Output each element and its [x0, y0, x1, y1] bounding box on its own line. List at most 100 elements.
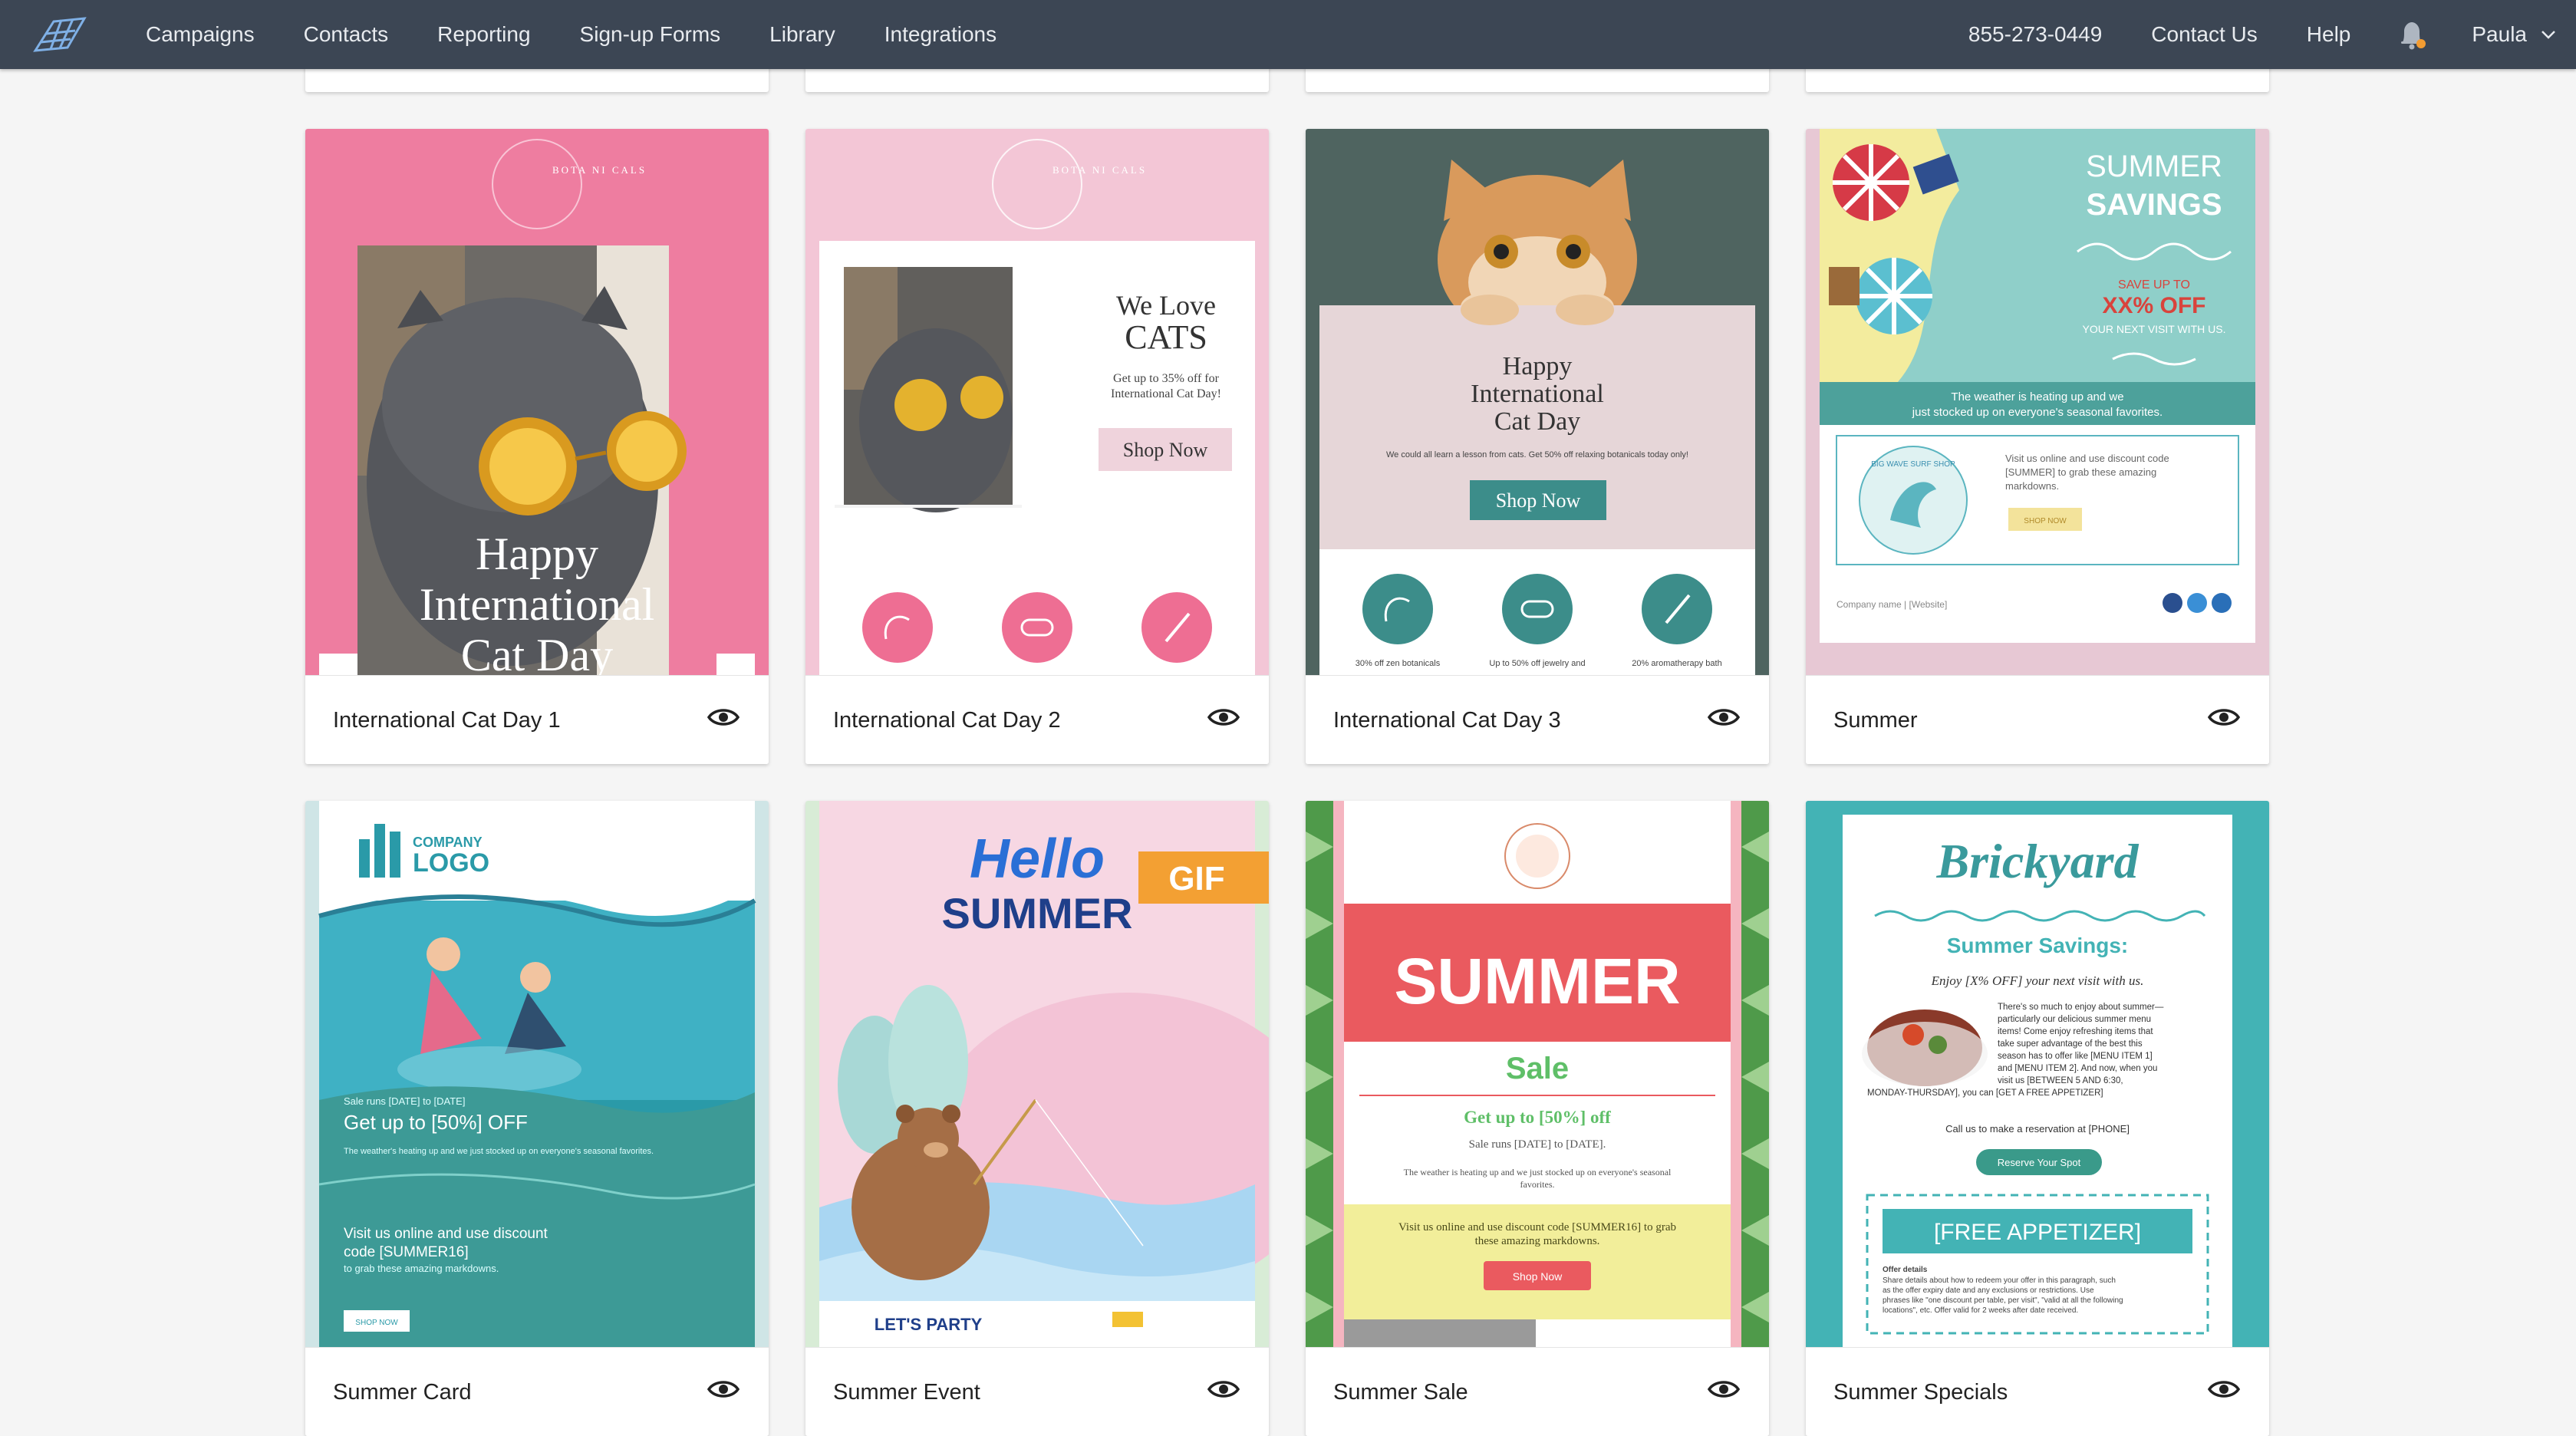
nav-integrations[interactable]: Integrations: [884, 22, 996, 47]
template-thumbnail[interactable]: BOTA NI CALS Happy International Cat Day: [305, 129, 769, 675]
thumbnail-text: International: [1471, 380, 1604, 408]
thumbnail-text: LET'S PARTY: [875, 1315, 983, 1334]
eye-icon[interactable]: [1207, 706, 1240, 728]
thumbnail-text: Visit us online and use discount code: [2005, 453, 2169, 464]
thumbnail-text: The weather's heating up and we just sto…: [344, 1147, 654, 1156]
thumbnail-text: [FREE APPETIZER]: [1934, 1220, 2141, 1245]
user-name: Paula: [2472, 22, 2527, 46]
card-footer: International Cat Day 3: [1306, 675, 1769, 764]
thumbnail-text: Cat Day: [461, 630, 613, 675]
thumbnail-text: International: [420, 579, 655, 630]
template-thumbnail[interactable]: Hello SUMMER GIF LET'S PARTY: [805, 801, 1269, 1347]
thumbnail-text: [SUMMER] to grab these amazing: [2005, 466, 2156, 478]
thumbnail-text: items! Come enjoy refreshing items that: [1998, 1027, 2153, 1036]
template-card[interactable]: Happy International Cat Day We could all…: [1306, 129, 1769, 764]
template-title[interactable]: International Cat Day 2: [833, 676, 1061, 764]
template-card[interactable]: Hello SUMMER GIF LET'S PARTY Summer Even…: [805, 801, 1269, 1436]
thumbnail-text: Sale runs [DATE] to [DATE]: [344, 1095, 465, 1107]
template-card[interactable]: BOTA NI CALS Happy International Cat Day…: [305, 129, 769, 764]
eye-icon[interactable]: [2208, 706, 2240, 728]
thumbnail-text: SUMMER: [1394, 945, 1680, 1017]
nav-signup-forms[interactable]: Sign-up Forms: [580, 22, 721, 47]
thumbnail-text: Get up to 35% off for: [1113, 372, 1220, 385]
thumbnail-text: markdowns.: [2005, 480, 2059, 492]
eye-icon[interactable]: [1207, 1378, 1240, 1400]
nav-reporting[interactable]: Reporting: [437, 22, 530, 47]
top-navigation-bar: Campaigns Contacts Reporting Sign-up For…: [0, 0, 2576, 69]
thumbnail-text: code [SUMMER16]: [344, 1244, 469, 1260]
secondary-nav: 855-273-0449 Contact Us Help Paula: [1919, 0, 2556, 69]
template-title[interactable]: International Cat Day 3: [1333, 676, 1561, 764]
nav-library[interactable]: Library: [769, 22, 835, 47]
thumbnail-text: We Love: [1116, 290, 1216, 321]
template-thumbnail[interactable]: BOTA NI CALS We Love CATS Get up to 35% …: [805, 129, 1269, 675]
template-thumbnail[interactable]: COMPANY LOGO Sale runs [DATE] to [DATE] …: [305, 801, 769, 1347]
card-footer: Summer: [1806, 675, 2269, 764]
thumbnail-text: There's so much to enjoy about summer—: [1998, 1003, 2164, 1012]
bell-icon[interactable]: [2396, 18, 2429, 51]
nav-campaigns[interactable]: Campaigns: [146, 22, 255, 47]
template-title[interactable]: Summer Event: [833, 1348, 980, 1436]
thumbnail-text: SUMMER: [942, 889, 1133, 937]
thumbnail-text: LOGO: [413, 848, 489, 878]
thumbnail-text: Company name | [Website]: [1836, 599, 1947, 610]
thumbnail-text: Visit us online and use discount code [S…: [1398, 1221, 1676, 1233]
template-thumbnail[interactable]: SUMMER Sale Get up to [50%] off Sale run…: [1306, 801, 1769, 1347]
thumbnail-text: particularly our delicious summer menu: [1998, 1015, 2151, 1024]
phone-number[interactable]: 855-273-0449: [1968, 22, 2102, 47]
eye-icon[interactable]: [1708, 1378, 1740, 1400]
card-footer: Summer Event: [805, 1347, 1269, 1436]
thumbnail-text: Happy: [476, 529, 598, 579]
eye-icon[interactable]: [2208, 1378, 2240, 1400]
template-title[interactable]: Summer: [1833, 676, 1918, 764]
thumbnail-text: locations", etc. Offer valid for 2 weeks…: [1883, 1306, 2078, 1315]
thumbnail-text: GIF: [1168, 860, 1224, 898]
nav-help[interactable]: Help: [2307, 22, 2351, 47]
template-card[interactable]: SUMMER Sale Get up to [50%] off Sale run…: [1306, 801, 1769, 1436]
thumbnail-text: The weather is heating up and we: [1951, 390, 2123, 403]
thumbnail-text: take super advantage of the best this: [1998, 1039, 2143, 1049]
thumbnail-text: XX% OFF: [2102, 293, 2205, 318]
eye-icon[interactable]: [707, 706, 740, 728]
eye-icon[interactable]: [1708, 706, 1740, 728]
thumbnail-text: Shop Now: [1513, 1270, 1563, 1283]
thumbnail-text: Happy: [1503, 352, 1573, 380]
thumbnail-text: Enjoy [X% OFF] your next visit with us.: [1931, 973, 2144, 988]
template-card[interactable]: COMPANY LOGO Sale runs [DATE] to [DATE] …: [305, 801, 769, 1436]
thumbnail-text: these amazing markdowns.: [1475, 1235, 1600, 1247]
brand-text: BOTA NI CALS: [552, 164, 647, 176]
template-card[interactable]: Brickyard Summer Savings: Enjoy [X% OFF]…: [1806, 801, 2269, 1436]
thumbnail-text: phrases like "one discount per table, pe…: [1883, 1296, 2123, 1305]
thumbnail-text: Share details about how to redeem your o…: [1883, 1276, 2116, 1285]
template-thumbnail[interactable]: Brickyard Summer Savings: Enjoy [X% OFF]…: [1806, 801, 2269, 1347]
thumbnail-text: Sale: [1506, 1052, 1569, 1085]
thumbnail-text: Up to 50% off jewelry and: [1489, 659, 1585, 668]
thumbnail-text: Visit us online and use discount: [344, 1226, 548, 1242]
nav-contacts[interactable]: Contacts: [304, 22, 389, 47]
thumbnail-text: Sale runs [DATE] to [DATE].: [1469, 1138, 1606, 1151]
logo-mark[interactable]: [31, 17, 87, 52]
thumbnail-text: Get up to [50%] OFF: [344, 1111, 528, 1134]
thumbnail-text: SUMMER: [2086, 150, 2222, 183]
card-footer: Summer Sale: [1306, 1347, 1769, 1436]
template-thumbnail[interactable]: SUMMER SAVINGS SAVE UP TO XX% OFF YOUR N…: [1806, 129, 2269, 675]
card-footer: International Cat Day 2: [805, 675, 1269, 764]
template-card[interactable]: BOTA NI CALS We Love CATS Get up to 35% …: [805, 129, 1269, 764]
thumbnail-text: BIG WAVE SURF SHOP: [1871, 460, 1955, 469]
template-title[interactable]: International Cat Day 1: [333, 676, 561, 764]
nav-contact-us[interactable]: Contact Us: [2151, 22, 2258, 47]
eye-icon[interactable]: [707, 1378, 740, 1400]
thumbnail-text: Brickyard: [1935, 834, 2139, 888]
thumbnail-text: season has to offer like [MENU ITEM 1]: [1998, 1052, 2153, 1061]
template-thumbnail[interactable]: Happy International Cat Day We could all…: [1306, 129, 1769, 675]
thumbnail-text: favorites.: [1520, 1179, 1555, 1190]
user-menu[interactable]: Paula: [2472, 22, 2556, 47]
card-footer: International Cat Day 1: [305, 675, 769, 764]
template-title[interactable]: Summer Sale: [1333, 1348, 1468, 1436]
thumbnail-text: Shop Now: [1496, 489, 1581, 512]
thumbnail-text: and [MENU ITEM 2]. And now, when you: [1998, 1064, 2157, 1073]
thumbnail-text: just stocked up on everyone's seasonal f…: [1912, 406, 2163, 419]
template-title[interactable]: Summer Card: [333, 1348, 472, 1436]
template-card[interactable]: SUMMER SAVINGS SAVE UP TO XX% OFF YOUR N…: [1806, 129, 2269, 764]
template-title[interactable]: Summer Specials: [1833, 1348, 2008, 1436]
